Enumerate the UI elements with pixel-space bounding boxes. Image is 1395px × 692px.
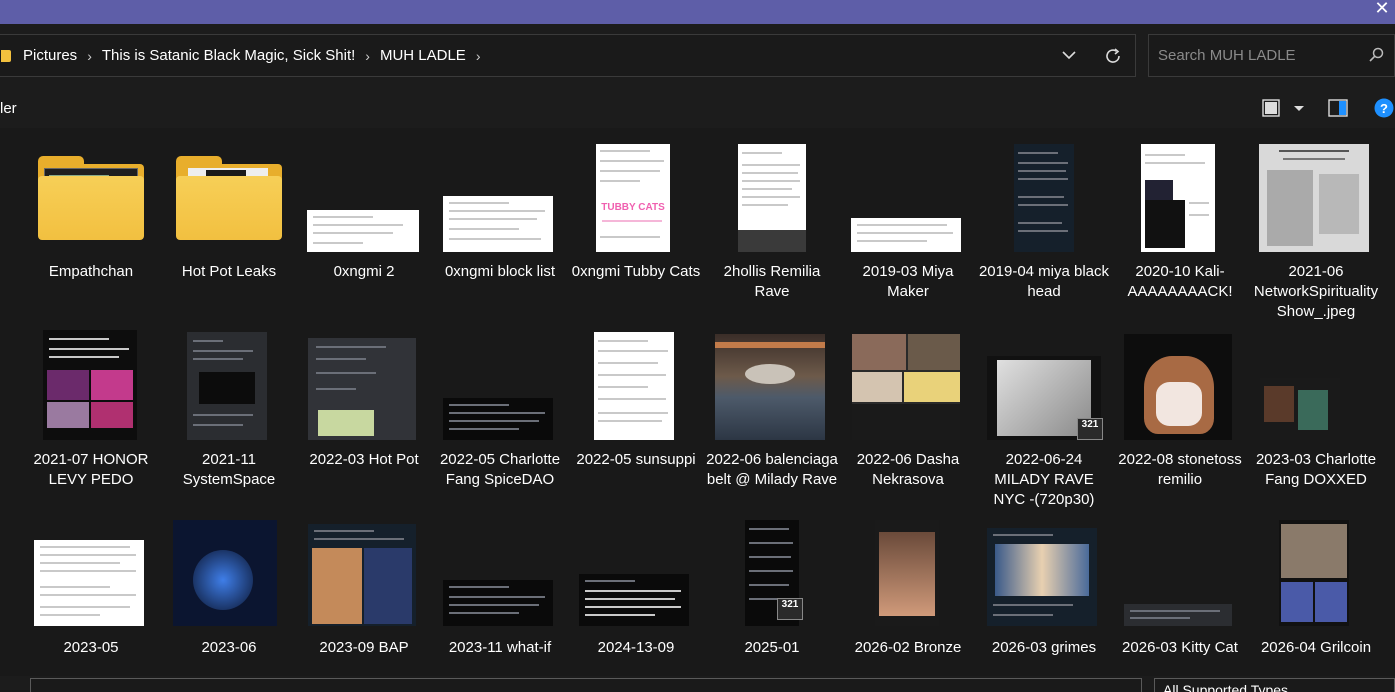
thumbnail bbox=[705, 130, 839, 252]
breadcrumb-pictures[interactable]: Pictures bbox=[23, 47, 77, 64]
command-bar: ler ? bbox=[0, 88, 1395, 128]
thumbnail bbox=[433, 506, 567, 626]
history-dropdown-button[interactable] bbox=[1049, 35, 1089, 76]
thumbnail bbox=[433, 318, 567, 440]
thumbnail bbox=[297, 506, 431, 626]
item-label: Hot Pot Leaks bbox=[181, 263, 277, 280]
item-label: 0xngmi 2 bbox=[333, 263, 395, 280]
thumbnail bbox=[1113, 506, 1247, 626]
preview-pane-button[interactable] bbox=[1328, 98, 1348, 118]
item-label: 2025-01 bbox=[744, 639, 800, 656]
address-bar[interactable]: Pictures › This is Satanic Black Magic, … bbox=[0, 34, 1136, 77]
item-label: 2026-04 Grilcoin bbox=[1260, 639, 1372, 656]
item-label: 2022-08 stonetoss remilio bbox=[1118, 451, 1242, 488]
thumbnail bbox=[1249, 130, 1383, 252]
item-label: 2021-06 NetworkSpiritualityShow_.jpeg bbox=[1253, 263, 1379, 320]
chevron-down-icon bbox=[1062, 51, 1076, 60]
chevron-right-icon[interactable]: › bbox=[476, 48, 481, 64]
thumbnail bbox=[162, 318, 296, 440]
item-label: 2hollis Remilia Rave bbox=[723, 263, 821, 300]
thumbnail bbox=[297, 318, 431, 440]
item-label: 2022-03 Hot Pot bbox=[309, 451, 419, 468]
folder-icon bbox=[176, 156, 282, 240]
file-type-value: All Supported Types bbox=[1163, 682, 1289, 692]
thumbnail bbox=[977, 506, 1111, 626]
thumbnail bbox=[162, 130, 296, 250]
help-icon: ? bbox=[1374, 98, 1394, 118]
item-label: 2024-13-09 bbox=[597, 639, 675, 656]
item-label: 2022-06 Dasha Nekrasova bbox=[856, 451, 960, 488]
close-icon[interactable]: ✕ bbox=[1373, 0, 1391, 19]
view-icon bbox=[1262, 99, 1280, 117]
thumbnail bbox=[162, 506, 296, 626]
thumbnail: TUBBY CATS bbox=[569, 130, 703, 252]
title-bar: ✕ bbox=[0, 0, 1395, 24]
bottom-bar: All Supported Types bbox=[0, 676, 1395, 692]
thumbnail bbox=[24, 130, 158, 250]
caret-down-icon bbox=[1294, 106, 1304, 111]
item-label: 2023-05 bbox=[63, 639, 119, 656]
item-label: 2022-05 sunsuppi bbox=[576, 451, 696, 468]
item-label: 2026-03 grimes bbox=[991, 639, 1097, 656]
item-label: 2019-04 miya black head bbox=[978, 263, 1110, 300]
thumbnail bbox=[569, 506, 703, 626]
refresh-button[interactable] bbox=[1093, 35, 1133, 76]
file-grid: Empathchan Hot Pot Leaks 0xngmi 2 0xngmi… bbox=[0, 128, 1395, 676]
address-row: Pictures › This is Satanic Black Magic, … bbox=[0, 24, 1395, 88]
thumbnail bbox=[24, 318, 158, 440]
breadcrumb: Pictures › This is Satanic Black Magic, … bbox=[0, 47, 490, 64]
thumbnail bbox=[24, 506, 158, 626]
item-label: 2019-03 Miya Maker bbox=[862, 263, 954, 300]
chevron-right-icon[interactable]: › bbox=[87, 48, 92, 64]
tubby-cats-text: TUBBY CATS bbox=[601, 202, 665, 213]
refresh-icon bbox=[1106, 47, 1120, 63]
item-label: 2026-02 Bronze bbox=[854, 639, 962, 656]
thumbnail bbox=[1249, 506, 1383, 626]
video-badge-icon: 321 bbox=[777, 598, 803, 620]
item-label: 2021-07 HONOR LEVY PEDO bbox=[33, 451, 149, 488]
search-input[interactable] bbox=[1149, 35, 1349, 76]
search-icon[interactable] bbox=[1368, 47, 1384, 63]
item-label: 2022-06 balenciaga belt @ Milady Rave bbox=[706, 451, 838, 488]
thumbnail bbox=[841, 318, 975, 440]
thumbnail bbox=[1249, 318, 1383, 440]
item-label: 2023-06 bbox=[201, 639, 257, 656]
thumbnail bbox=[841, 506, 975, 626]
thumbnail bbox=[1113, 318, 1247, 440]
item-label: 2022-05 Charlotte Fang SpiceDAO bbox=[439, 451, 561, 488]
breadcrumb-satanic[interactable]: This is Satanic Black Magic, Sick Shit! bbox=[102, 47, 355, 64]
breadcrumb-muh-ladle[interactable]: MUH LADLE bbox=[380, 47, 466, 64]
thumbnail: 321 bbox=[705, 506, 839, 626]
thumbnail bbox=[433, 130, 567, 252]
item-label: 0xngmi Tubby Cats bbox=[571, 263, 701, 280]
thumbnail: 321 bbox=[977, 318, 1111, 440]
item-label: 2022-06-24 MILADY RAVE NYC -(720p30) bbox=[993, 451, 1095, 508]
item-label: 0xngmi block list bbox=[444, 263, 556, 280]
thumbnail bbox=[705, 318, 839, 440]
thumbnail bbox=[569, 318, 703, 440]
help-button[interactable]: ? bbox=[1374, 98, 1394, 118]
toolbar-partial-text[interactable]: ler bbox=[0, 100, 17, 117]
thumbnail bbox=[977, 130, 1111, 252]
preview-pane-icon bbox=[1328, 99, 1348, 117]
view-mode-button[interactable] bbox=[1262, 98, 1306, 118]
video-badge-icon: 321 bbox=[1077, 418, 1103, 440]
item-label: Empathchan bbox=[48, 263, 134, 280]
chevron-right-icon[interactable]: › bbox=[365, 48, 370, 64]
item-label: 2026-03 Kitty Cat bbox=[1122, 639, 1238, 656]
svg-text:?: ? bbox=[1380, 101, 1388, 116]
thumbnail bbox=[841, 130, 975, 252]
thumbnail bbox=[1113, 130, 1247, 252]
folder-icon bbox=[38, 156, 144, 240]
item-label: 2021-11 SystemSpace bbox=[182, 451, 276, 488]
thumbnail bbox=[297, 130, 431, 252]
search-box bbox=[1148, 34, 1395, 77]
item-label: 2023-11 what-if bbox=[448, 639, 552, 656]
item-label: 2023-09 BAP bbox=[319, 639, 409, 656]
item-label: 2020-10 Kali-AAAAAAAACK! bbox=[1127, 263, 1233, 300]
folder-icon bbox=[1, 49, 11, 62]
item-label: 2023-03 Charlotte Fang DOXXED bbox=[1255, 451, 1377, 488]
